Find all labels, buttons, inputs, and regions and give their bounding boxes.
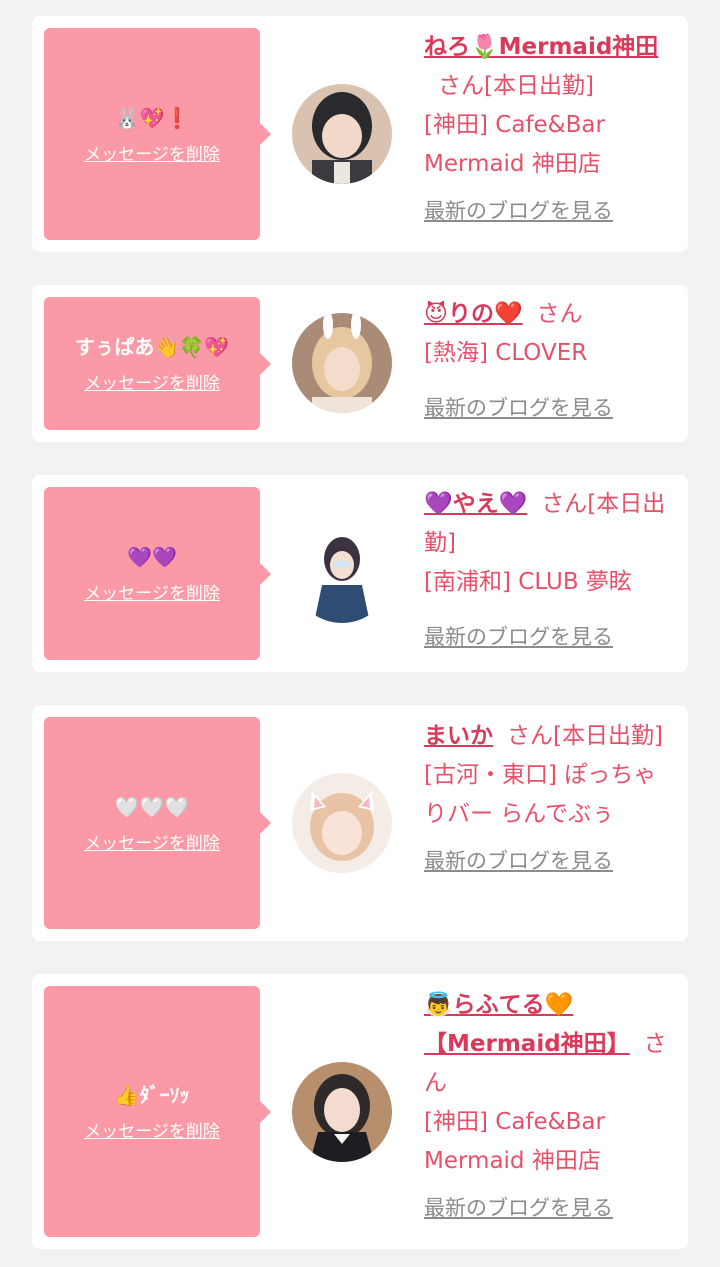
- message-card: 💜💜 メッセージを削除 💜やえ💜 さん[本日出勤] [南浦和] CLUB 夢眩 最…: [32, 475, 688, 672]
- delete-message-link[interactable]: メッセージを削除: [84, 1117, 220, 1142]
- cast-info: ねろ🌷Mermaid神田さん[本日出勤] [神田] Cafe&Bar Merma…: [424, 28, 676, 231]
- latest-blog-link[interactable]: 最新のブログを見る: [424, 389, 676, 428]
- avatar[interactable]: [292, 773, 392, 873]
- latest-blog-link[interactable]: 最新のブログを見る: [424, 1189, 676, 1228]
- avatar[interactable]: [292, 313, 392, 413]
- cast-info: まいか さん[本日出勤] [古河・東口] ぽっちゃりバー らんでぶぅ 最新のブログ…: [424, 717, 676, 881]
- message-bubble: 🐰💖❗ メッセージを削除: [44, 28, 271, 240]
- delete-message-link[interactable]: メッセージを削除: [84, 579, 220, 604]
- latest-blog-link[interactable]: 最新のブログを見る: [424, 192, 676, 231]
- shop-location: [南浦和] CLUB 夢眩: [424, 569, 632, 595]
- message-text: 🐰💖❗: [114, 105, 190, 130]
- cast-info: 😈りの❤️ さん [熱海] CLOVER 最新のブログを見る: [424, 295, 676, 428]
- delete-message-link[interactable]: メッセージを削除: [84, 829, 220, 854]
- message-text: 💜💜: [127, 545, 177, 569]
- cast-name-link[interactable]: まいか: [424, 723, 493, 749]
- honorific: さん: [541, 491, 588, 517]
- message-bubble: すぅぱあ👋🍀💖 メッセージを削除: [44, 297, 271, 430]
- delete-message-link[interactable]: メッセージを削除: [84, 140, 220, 165]
- message-text: 👍ﾀﾞｰｿｯ: [114, 1083, 190, 1107]
- shop-location: [古河・東口] ぽっちゃりバー らんでぶぅ: [424, 762, 657, 827]
- honorific: さん: [536, 301, 583, 327]
- latest-blog-link[interactable]: 最新のブログを見る: [424, 842, 676, 881]
- message-card: すぅぱあ👋🍀💖 メッセージを削除 😈りの❤️ さん [熱海] CLOVER 最新の…: [32, 285, 688, 442]
- message-bubble: 🤍🤍🤍 メッセージを削除: [44, 717, 271, 929]
- cast-name-link[interactable]: ねろ🌷Mermaid神田: [424, 34, 658, 60]
- message-card: 🐰💖❗ メッセージを削除 ねろ🌷Mermaid神田さん[本日出勤] [神田] C…: [32, 16, 688, 252]
- message-text: 🤍🤍🤍: [114, 794, 190, 819]
- message-card: 👍ﾀﾞｰｿｯ メッセージを削除 👼らふてる🧡【Mermaid神田】 さん [神田]…: [32, 974, 688, 1249]
- latest-blog-link[interactable]: 最新のブログを見る: [424, 618, 676, 657]
- cast-name-link[interactable]: 😈りの❤️: [424, 301, 523, 327]
- cast-name-link[interactable]: 👼らふてる🧡【Mermaid神田】: [424, 992, 630, 1057]
- message-card: 🤍🤍🤍 メッセージを削除 まいか さん[本日出勤] [古河・東口] ぽっちゃりバー…: [32, 705, 688, 941]
- shop-location: [神田] Cafe&Bar Mermaid 神田店: [424, 1109, 605, 1174]
- shop-location: [熱海] CLOVER: [424, 340, 588, 366]
- message-text: すぅぱあ👋🍀💖: [74, 335, 230, 359]
- shop-location: [神田] Cafe&Bar Mermaid 神田店: [424, 112, 605, 177]
- delete-message-link[interactable]: メッセージを削除: [84, 369, 220, 394]
- avatar[interactable]: [292, 523, 392, 623]
- attendance-status: [本日出勤]: [484, 73, 594, 99]
- message-bubble: 💜💜 メッセージを削除: [44, 487, 271, 660]
- message-bubble: 👍ﾀﾞｰｿｯ メッセージを削除: [44, 986, 271, 1237]
- avatar[interactable]: [292, 1062, 392, 1162]
- message-list: 🐰💖❗ メッセージを削除 ねろ🌷Mermaid神田さん[本日出勤] [神田] C…: [0, 0, 720, 1267]
- cast-info: 💜やえ💜 さん[本日出勤] [南浦和] CLUB 夢眩 最新のブログを見る: [424, 485, 676, 657]
- attendance-status: [本日出勤]: [553, 723, 663, 749]
- honorific: さん: [438, 73, 484, 99]
- honorific: さん: [507, 723, 553, 749]
- cast-name-link[interactable]: 💜やえ💜: [424, 491, 527, 517]
- avatar[interactable]: [292, 84, 392, 184]
- cast-info: 👼らふてる🧡【Mermaid神田】 さん [神田] Cafe&Bar Mermai…: [424, 986, 676, 1228]
